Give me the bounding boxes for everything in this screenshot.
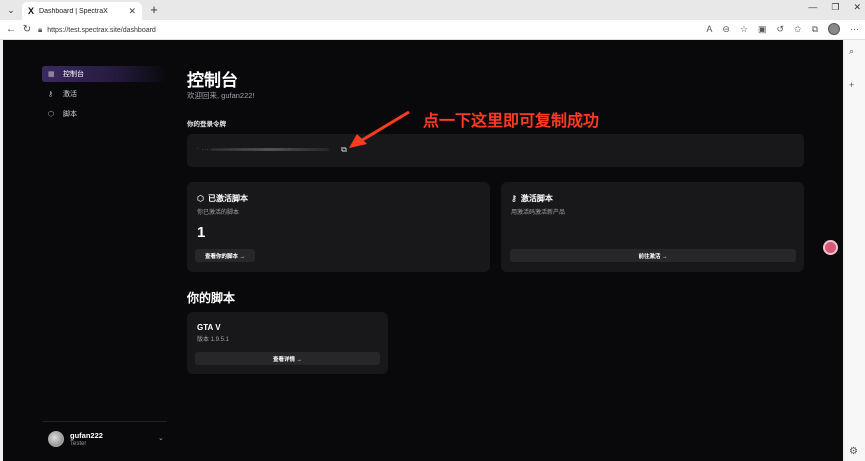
tab-actions-icon[interactable]: ⌄ — [4, 3, 18, 17]
tab-title: Dashboard | SpectraX — [39, 7, 108, 15]
sidebar-item-label: 脚本 — [63, 111, 77, 118]
lock-icon: 🔒︎ — [38, 25, 43, 34]
welcome-text: 欢迎回来, gufan222! — [187, 91, 255, 100]
sidebar-item-label: 控制台 — [63, 71, 84, 78]
token-box: · ................................... · … — [187, 134, 804, 167]
floating-assistant-icon[interactable] — [823, 240, 838, 255]
package-icon: ⬡ — [48, 111, 55, 118]
refresh-icon[interactable]: ↻ — [20, 23, 34, 37]
translate-icon[interactable]: A — [706, 24, 712, 34]
extension-icon[interactable]: ▣ — [758, 24, 767, 35]
scripts-section-title: 你的脚本 — [187, 291, 236, 305]
token-label: 你的登录令牌 — [187, 121, 226, 128]
minimize-icon[interactable]: — — [808, 2, 817, 13]
view-details-button[interactable]: 查看详情 → — [195, 352, 380, 365]
spectrax-favicon-icon: X — [28, 6, 35, 16]
go-activate-button[interactable]: 前往激活 → — [510, 249, 796, 262]
user-name: gufan222 — [70, 431, 103, 440]
annotation-text: 点一下这里即可复制成功 — [423, 113, 600, 130]
card-title: ⚷ 激活脚本 — [511, 194, 553, 203]
browser-tab[interactable]: X Dashboard | SpectraX ✕ — [22, 2, 142, 20]
more-icon[interactable]: ··· — [850, 24, 859, 34]
view-scripts-button[interactable]: 查看你的脚本 → — [195, 249, 255, 262]
script-version: 版本 1.9.5.1 — [197, 337, 230, 343]
chevron-down-icon[interactable]: ⌄ — [158, 434, 164, 442]
annotation-arrow — [349, 110, 410, 148]
tracking-icon[interactable]: ⊖ — [722, 24, 730, 35]
sidebar-item-scripts[interactable]: ⬡ 脚本 — [42, 106, 167, 122]
package-icon: ⬡ — [197, 194, 204, 203]
dashboard-page: ▦ 控制台 ⚷ 激活 ⬡ 脚本 gufan222 Tester ⌄ 控制台 欢迎… — [3, 40, 843, 461]
gear-icon[interactable]: ⚙ — [849, 446, 858, 457]
sidebar-item-dashboard[interactable]: ▦ 控制台 — [42, 66, 167, 82]
key-icon: ⚷ — [48, 91, 54, 98]
sidebar-divider — [42, 421, 167, 422]
restore-icon[interactable]: ❐ — [831, 2, 839, 13]
card-subtitle: 用激活码激活新产品 — [511, 210, 566, 216]
script-name: GTA V — [197, 323, 221, 332]
browser-toolbar: ← ↻ 🔒︎ https://test.spectrax.site/dashbo… — [0, 20, 865, 40]
address-bar[interactable]: 🔒︎ https://test.spectrax.site/dashboard — [38, 23, 718, 37]
key-icon: ⚷ — [511, 194, 517, 203]
user-menu[interactable]: gufan222 Tester ⌄ — [48, 430, 166, 448]
refresh-extension-icon[interactable]: ↺ — [776, 24, 784, 35]
activate-script-card: ⚷ 激活脚本 用激活码激活新产品 前往激活 → — [501, 182, 804, 272]
page-title: 控制台 — [187, 71, 238, 90]
sidebar-item-label: 激活 — [63, 91, 77, 98]
card-title: ⬡ 已激活脚本 — [197, 194, 248, 203]
card-subtitle: 你已激活的脚本 — [197, 210, 240, 216]
script-card: GTA V 版本 1.9.5.1 查看详情 → — [187, 312, 388, 374]
profile-avatar[interactable] — [828, 23, 840, 35]
token-redacted — [211, 148, 329, 151]
favorites-icon[interactable]: ✩ — [794, 24, 802, 35]
search-icon[interactable]: ⌕ — [849, 46, 854, 57]
sidebar-item-activate[interactable]: ⚷ 激活 — [42, 86, 167, 102]
favorite-star-icon[interactable]: ☆ — [740, 24, 748, 35]
collections-icon[interactable]: ⧉ — [812, 24, 818, 35]
browser-tabstrip: ⌄ X Dashboard | SpectraX ✕ + — ❐ ✕ — [0, 0, 865, 20]
active-scripts-count: 1 — [197, 224, 206, 241]
user-role: Tester — [70, 441, 87, 447]
edge-sidebar: ⌕ + — [845, 40, 865, 461]
close-tab-icon[interactable]: ✕ — [128, 6, 136, 17]
back-icon[interactable]: ← — [4, 23, 18, 37]
url-text: https://test.spectrax.site/dashboard — [47, 26, 156, 34]
active-scripts-card: ⬡ 已激活脚本 你已激活的脚本 1 查看你的脚本 → — [187, 182, 490, 272]
window-controls: — ❐ ✕ — [808, 2, 861, 13]
toolbar-actions: A ⊖ ☆ ▣ ↺ ✩ ⧉ ··· — [706, 23, 859, 35]
new-tab-button[interactable]: + — [147, 2, 161, 18]
avatar — [48, 431, 64, 447]
close-window-icon[interactable]: ✕ — [853, 2, 861, 13]
dashboard-icon: ▦ — [48, 71, 55, 78]
add-icon[interactable]: + — [849, 80, 854, 90]
